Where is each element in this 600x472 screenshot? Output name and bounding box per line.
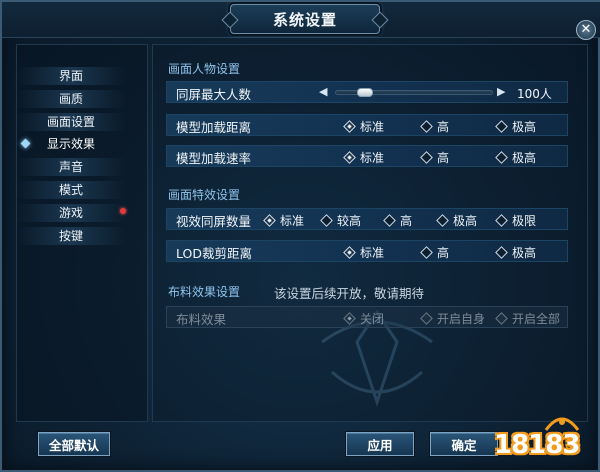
radio-diamond-icon: [495, 245, 508, 259]
effect-count-label: 视效同屏数量: [176, 214, 252, 229]
site-logo: 18183: [494, 410, 598, 472]
cloth-option-all: 开启全部: [495, 310, 560, 326]
model-speed-option-standard[interactable]: 标准: [343, 149, 384, 165]
radio-diamond-icon: [420, 150, 433, 164]
close-icon[interactable]: ✕: [576, 20, 596, 40]
model-distance-option-standard[interactable]: 标准: [343, 118, 384, 134]
effect-count-option-high[interactable]: 高: [383, 212, 412, 228]
lod-distance-label: LOD裁剪距离: [176, 246, 252, 261]
confirm-button[interactable]: 确定: [430, 432, 498, 456]
model-speed-row: 模型加载速率 标准 高 极高: [166, 145, 568, 167]
radio-diamond-icon: [420, 245, 433, 259]
sidebar-item-mode[interactable]: 模式: [16, 181, 126, 199]
sidebar-item-sound[interactable]: 声音: [16, 158, 126, 176]
radio-diamond-icon: [263, 213, 276, 227]
title-plate: 系统设置: [230, 4, 380, 34]
model-distance-option-high[interactable]: 高: [420, 118, 449, 134]
radio-diamond-icon: [495, 311, 508, 325]
notification-dot-icon: [120, 208, 126, 214]
cloth-effect-row: 布料效果 关闭 开启自身 开启全部: [166, 306, 568, 328]
effect-count-option-higher[interactable]: 较高: [320, 212, 361, 228]
effect-count-option-extreme[interactable]: 极限: [495, 212, 536, 228]
effect-count-option-ultra[interactable]: 极高: [436, 212, 477, 228]
radio-diamond-icon: [495, 150, 508, 164]
radio-diamond-icon: [495, 213, 508, 227]
radio-diamond-icon: [343, 245, 356, 259]
window-title: 系统设置: [272, 10, 337, 29]
model-speed-option-ultra[interactable]: 极高: [495, 149, 536, 165]
logo-text: 18183: [494, 430, 580, 460]
effect-count-option-standard[interactable]: 标准: [263, 212, 304, 228]
radio-diamond-icon: [343, 150, 356, 164]
lod-option-standard[interactable]: 标准: [343, 244, 384, 260]
cloth-notice: 该设置后续开放，敬请期待: [274, 286, 425, 301]
slider-thumb[interactable]: [357, 88, 373, 97]
radio-diamond-icon: [420, 311, 433, 325]
effect-count-row: 视效同屏数量 标准 较高 高 极高 极限: [166, 208, 568, 230]
cloth-option-self: 开启自身: [420, 310, 485, 326]
sidebar-item-keys[interactable]: 按键: [16, 227, 126, 245]
radio-diamond-icon: [436, 213, 449, 227]
radio-diamond-icon: [343, 119, 356, 133]
model-distance-label: 模型加载距离: [176, 120, 252, 135]
slider-increase-icon[interactable]: ▶: [497, 85, 505, 98]
max-players-row: 同屏最大人数 ◀ ▶ 100人: [166, 81, 568, 103]
lod-option-ultra[interactable]: 极高: [495, 244, 536, 260]
radio-diamond-icon: [383, 213, 396, 227]
sidebar-item-game[interactable]: 游戏: [16, 204, 126, 222]
section-title-character: 画面人物设置: [168, 62, 241, 76]
max-players-value: 100人: [517, 87, 552, 101]
reset-all-button[interactable]: 全部默认: [38, 432, 110, 456]
cloth-option-off: 关闭: [343, 310, 384, 326]
radio-diamond-icon: [343, 311, 356, 325]
max-players-slider[interactable]: [335, 88, 493, 97]
model-distance-option-ultra[interactable]: 极高: [495, 118, 536, 134]
sidebar-item-quality[interactable]: 画质: [16, 90, 126, 108]
radio-diamond-icon: [320, 213, 333, 227]
settings-window: 系统设置 ✕ 界面 画质 画面设置 显示效果 声音 模式 游戏 按键 画面人物设…: [0, 0, 600, 472]
model-speed-label: 模型加载速率: [176, 151, 252, 166]
sidebar-item-screen-settings[interactable]: 画面设置: [16, 113, 126, 131]
lod-option-high[interactable]: 高: [420, 244, 449, 260]
radio-diamond-icon: [495, 119, 508, 133]
max-players-label: 同屏最大人数: [176, 87, 252, 102]
apply-button[interactable]: 应用: [346, 432, 414, 456]
section-title-cloth: 布料效果设置: [168, 285, 241, 299]
sidebar-item-display-effects[interactable]: 显示效果: [16, 135, 126, 153]
radio-diamond-icon: [420, 119, 433, 133]
model-speed-option-high[interactable]: 高: [420, 149, 449, 165]
sidebar-item-interface[interactable]: 界面: [16, 67, 126, 85]
logo-crown-icon: [544, 417, 580, 431]
lod-distance-row: LOD裁剪距离 标准 高 极高: [166, 240, 568, 262]
cloth-effect-label: 布料效果: [176, 312, 227, 327]
model-distance-row: 模型加载距离 标准 高 极高: [166, 114, 568, 136]
slider-decrease-icon[interactable]: ◀: [319, 85, 327, 98]
section-title-effects: 画面特效设置: [168, 188, 241, 202]
